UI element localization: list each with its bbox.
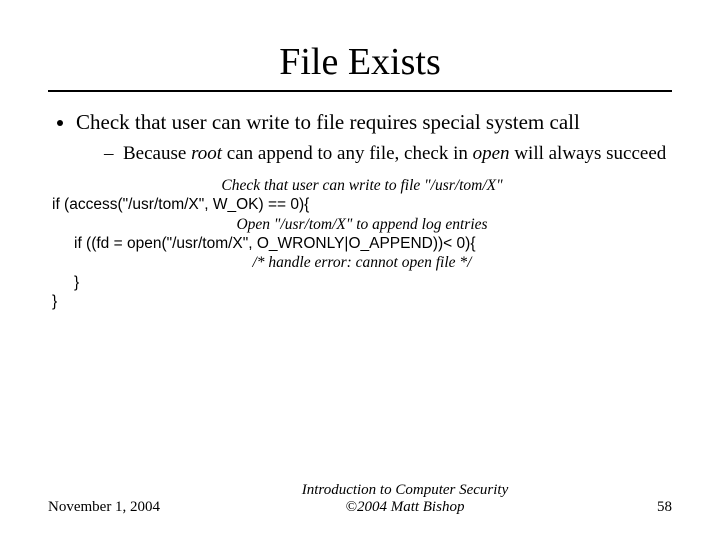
- footer-date: November 1, 2004: [48, 499, 198, 516]
- code-block: Check that user can write to file "/usr/…: [52, 176, 672, 312]
- footer-line1: Introduction to Computer Security: [302, 482, 509, 498]
- title-divider: [48, 90, 672, 92]
- footer-page: 58: [612, 499, 672, 516]
- sub-bullet-list: Because root can append to any file, che…: [76, 143, 672, 166]
- bullet-item: Check that user can write to file requir…: [76, 110, 672, 166]
- bullet-list: Check that user can write to file requir…: [48, 110, 672, 166]
- bullet-text: Check that user can write to file requir…: [76, 110, 580, 134]
- code-comment-3: /* handle error: cannot open file */: [52, 253, 672, 272]
- sub-text-1: Because: [123, 143, 191, 164]
- code-comment-1: Check that user can write to file "/usr/…: [52, 176, 672, 195]
- code-line-4: }: [52, 292, 672, 311]
- slide-title: File Exists: [48, 40, 672, 84]
- sub-bullet-item: Because root can append to any file, che…: [104, 143, 672, 166]
- sub-text-2: can append to any file, check in: [222, 143, 473, 164]
- sub-text-root: root: [191, 143, 222, 164]
- footer-line2: ©2004 Matt Bishop: [346, 499, 465, 515]
- sub-text-3: will always succeed: [510, 143, 667, 164]
- code-line-1: if (access("/usr/tom/X", W_OK) == 0){: [52, 195, 672, 214]
- code-line-3: }: [52, 273, 672, 292]
- slide: File Exists Check that user can write to…: [0, 0, 720, 540]
- code-line-2: if ((fd = open("/usr/tom/X", O_WRONLY|O_…: [52, 234, 672, 253]
- sub-text-open: open: [473, 143, 510, 164]
- footer-center: Introduction to Computer Security ©2004 …: [198, 482, 612, 516]
- code-comment-2: Open "/usr/tom/X" to append log entries: [52, 215, 672, 234]
- footer: November 1, 2004 Introduction to Compute…: [48, 482, 672, 516]
